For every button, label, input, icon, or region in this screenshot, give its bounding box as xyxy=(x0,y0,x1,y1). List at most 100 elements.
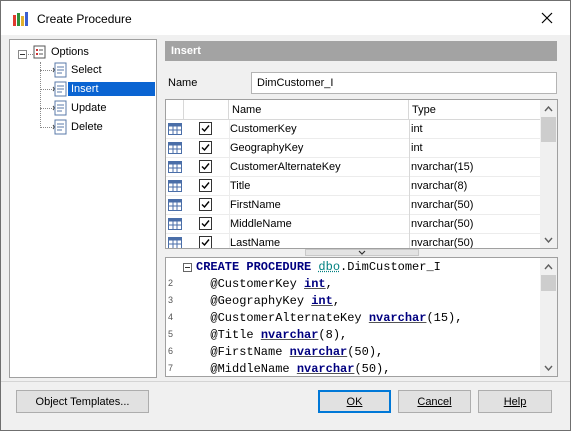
table-row[interactable]: LastName nvarchar(50) xyxy=(166,234,540,248)
parameters-grid[interactable]: Name Type CustomerKey int GeographyKey int C… xyxy=(165,99,558,249)
include-checkbox[interactable] xyxy=(199,141,212,154)
scroll-thumb[interactable] xyxy=(541,117,556,142)
table-row[interactable]: CustomerKey int xyxy=(166,120,540,139)
create-procedure-dialog: Create Procedure Options Select Insert U… xyxy=(0,0,571,431)
cell-type[interactable]: nvarchar(15) xyxy=(409,158,540,177)
code-token: (8), xyxy=(318,328,348,342)
include-checkbox[interactable] xyxy=(199,217,212,230)
ok-button[interactable]: OK xyxy=(318,390,391,413)
code-token: .DimCustomer_I xyxy=(340,260,441,274)
cell-type[interactable]: nvarchar(50) xyxy=(409,196,540,215)
tree-item-insert[interactable]: Insert xyxy=(52,80,155,98)
cell-name[interactable]: MiddleName xyxy=(229,215,409,234)
cancel-button[interactable]: Cancel xyxy=(398,390,471,413)
tree-connector xyxy=(40,89,52,90)
scroll-up-button[interactable] xyxy=(540,258,557,275)
sql-editor[interactable]: CREATE PROCEDURE dbo.DimCustomer_I 2 @Cus… xyxy=(165,257,558,377)
chevron-up-icon xyxy=(544,263,553,269)
tree-item-label: Update xyxy=(71,102,107,114)
cell-type[interactable]: nvarchar(8) xyxy=(409,177,540,196)
code-text: @Title nvarchar(8), xyxy=(196,328,347,342)
table-row[interactable]: GeographyKey int xyxy=(166,139,540,158)
tree-item-update[interactable]: Update xyxy=(52,99,109,117)
column-header-name[interactable]: Name xyxy=(229,100,409,120)
section-title: Insert xyxy=(165,41,557,61)
line-number: 5 xyxy=(168,329,174,339)
options-icon xyxy=(33,45,46,59)
code-line[interactable]: 5 @Title nvarchar(8), xyxy=(166,327,540,344)
scroll-thumb[interactable] xyxy=(541,275,556,291)
code-token: dbo xyxy=(318,260,341,274)
table-row[interactable]: FirstName nvarchar(50) xyxy=(166,196,540,215)
chevron-up-icon xyxy=(544,105,553,111)
cell-type[interactable]: nvarchar(50) xyxy=(409,215,540,234)
code-token: @CustomerKey xyxy=(196,277,305,291)
cell-name[interactable]: CustomerAlternateKey xyxy=(229,158,409,177)
code-text: @CustomerAlternateKey nvarchar(15), xyxy=(196,311,462,325)
code-token: CREATE PROCEDURE xyxy=(196,260,319,274)
code-token: @FirstName xyxy=(196,345,290,359)
code-token: @CustomerAlternateKey xyxy=(196,311,369,325)
line-number: 7 xyxy=(168,363,174,373)
column-header-type[interactable]: Type xyxy=(409,100,540,120)
cancel-label: Cancel xyxy=(417,395,452,408)
code-token: int xyxy=(304,277,326,291)
cell-name[interactable]: LastName xyxy=(229,234,409,248)
code-token: , xyxy=(325,277,333,291)
scroll-up-button[interactable] xyxy=(540,100,557,117)
include-checkbox[interactable] xyxy=(199,179,212,192)
code-token: nvarchar xyxy=(368,311,427,325)
code-line[interactable]: 2 @CustomerKey int, xyxy=(166,276,540,293)
tree-item-select[interactable]: Select xyxy=(52,61,105,79)
checkmark-icon xyxy=(201,220,210,228)
cell-name[interactable]: CustomerKey xyxy=(229,120,409,139)
code-line[interactable]: 7 @MiddleName nvarchar(50), xyxy=(166,361,540,376)
sql-statement-icon xyxy=(52,62,67,78)
fold-toggle[interactable] xyxy=(183,263,192,272)
cell-type[interactable]: nvarchar(50) xyxy=(409,234,540,248)
code-line[interactable]: 6 @FirstName nvarchar(50), xyxy=(166,344,540,361)
table-row[interactable]: MiddleName nvarchar(50) xyxy=(166,215,540,234)
code-token: nvarchar xyxy=(260,328,319,342)
cell-type[interactable]: int xyxy=(409,120,540,139)
title-bar[interactable]: Create Procedure xyxy=(1,1,570,35)
editor-scrollbar[interactable] xyxy=(540,258,557,376)
include-checkbox[interactable] xyxy=(199,122,212,135)
tree-item-label: Select xyxy=(71,64,102,76)
close-button[interactable] xyxy=(524,1,570,35)
table-row[interactable]: Title nvarchar(8) xyxy=(166,177,540,196)
line-number: 3 xyxy=(168,295,174,305)
include-checkbox[interactable] xyxy=(199,198,212,211)
column-icon xyxy=(168,142,182,154)
tree-item-options[interactable]: Options xyxy=(32,43,92,61)
procedure-name-input[interactable]: DimCustomer_I xyxy=(251,72,557,94)
include-checkbox[interactable] xyxy=(199,236,212,248)
code-line[interactable]: CREATE PROCEDURE dbo.DimCustomer_I xyxy=(166,259,540,276)
collapse-toggle[interactable] xyxy=(18,50,27,59)
code-token: (15), xyxy=(426,311,463,325)
include-checkbox[interactable] xyxy=(199,160,212,173)
tree-connector xyxy=(40,62,41,126)
cell-type[interactable]: int xyxy=(409,139,540,158)
object-templates-button[interactable]: Object Templates... xyxy=(16,390,149,413)
tree-item-label: Options xyxy=(51,46,89,58)
options-tree[interactable]: Options Select Insert Update Delete xyxy=(9,39,157,378)
code-token: nvarchar xyxy=(296,362,355,376)
help-button[interactable]: Help xyxy=(478,390,552,413)
code-line[interactable]: 3 @GeographyKey int, xyxy=(166,293,540,310)
chevron-down-icon xyxy=(358,250,366,255)
sql-statement-icon xyxy=(52,119,67,135)
code-line[interactable]: 4 @CustomerAlternateKey nvarchar(15), xyxy=(166,310,540,327)
grid-header: Name Type xyxy=(166,100,540,120)
checkmark-icon xyxy=(201,201,210,209)
cell-name[interactable]: Title xyxy=(229,177,409,196)
cell-name[interactable]: FirstName xyxy=(229,196,409,215)
scroll-down-button[interactable] xyxy=(540,231,557,248)
header-check-column xyxy=(184,100,229,120)
grid-scrollbar[interactable] xyxy=(540,100,557,248)
scroll-down-button[interactable] xyxy=(540,359,557,376)
tree-item-delete[interactable]: Delete xyxy=(52,118,106,136)
table-row[interactable]: CustomerAlternateKey nvarchar(15) xyxy=(166,158,540,177)
panel-splitter[interactable] xyxy=(305,249,419,256)
cell-name[interactable]: GeographyKey xyxy=(229,139,409,158)
